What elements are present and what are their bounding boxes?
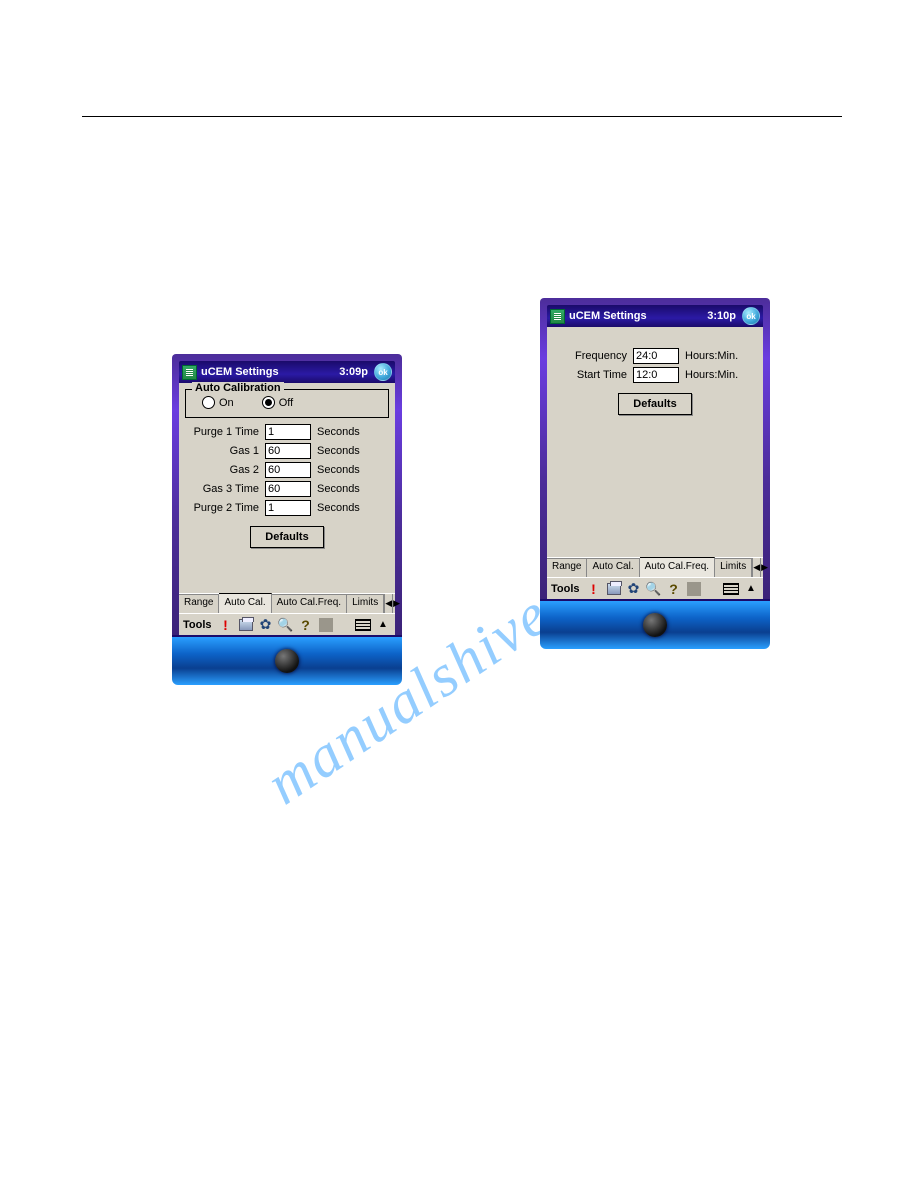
ok-button[interactable]: ok: [742, 307, 760, 325]
tab-scroll-right-icon[interactable]: ▶: [760, 558, 768, 577]
tab-limits[interactable]: Limits: [715, 558, 752, 577]
unit-purge2: Seconds: [311, 502, 360, 514]
help-icon[interactable]: ?: [666, 581, 682, 597]
unit-purge1: Seconds: [311, 426, 360, 438]
defaults-wrap: Defaults: [553, 393, 757, 415]
unit-frequency: Hours:Min.: [679, 350, 738, 362]
app-icon: [182, 365, 197, 380]
help-icon[interactable]: ?: [298, 617, 314, 633]
input-gas3[interactable]: [265, 481, 311, 497]
tab-autocalfreq[interactable]: Auto Cal.Freq.: [640, 557, 715, 577]
tab-range[interactable]: Range: [179, 594, 219, 613]
input-starttime[interactable]: [633, 367, 679, 383]
unit-starttime: Hours:Min.: [679, 369, 738, 381]
stop-icon[interactable]: [319, 618, 333, 632]
clock[interactable]: 3:09p: [339, 366, 368, 378]
label-gas2: Gas 2: [185, 464, 265, 476]
radio-row: On Off: [192, 394, 382, 411]
row-starttime: Start Time Hours:Min.: [553, 367, 757, 383]
input-purge2[interactable]: [265, 500, 311, 516]
device-frame: uCEM Settings 3:09p ok Auto Calibration …: [172, 354, 402, 635]
tabstrip: Range Auto Cal. Auto Cal.Freq. Limits ◀ …: [547, 557, 763, 577]
toolsbar: Tools ! ✿ 🔍 ? ▲: [179, 613, 395, 635]
label-frequency: Frequency: [553, 350, 633, 362]
row-gas2: Gas 2 Seconds: [185, 462, 389, 478]
sip-up-icon[interactable]: ▲: [375, 617, 391, 633]
input-gas2[interactable]: [265, 462, 311, 478]
keyboard-icon[interactable]: [355, 619, 371, 631]
tab-range[interactable]: Range: [547, 558, 587, 577]
page-divider: [82, 116, 842, 117]
label-gas3: Gas 3 Time: [185, 483, 265, 495]
tab-autocal[interactable]: Auto Cal.: [219, 593, 271, 613]
app-icon: [550, 309, 565, 324]
client-area: Auto Calibration On Off Purge 1 Time Sec…: [179, 383, 395, 593]
label-starttime: Start Time: [553, 369, 633, 381]
gear-icon[interactable]: ✿: [258, 617, 274, 633]
client-area: Frequency Hours:Min. Start Time Hours:Mi…: [547, 327, 763, 557]
tools-label[interactable]: Tools: [551, 583, 580, 595]
sip-up-icon[interactable]: ▲: [743, 581, 759, 597]
device-frame: uCEM Settings 3:10p ok Frequency Hours:M…: [540, 298, 770, 599]
ok-button[interactable]: ok: [374, 363, 392, 381]
device-right: uCEM Settings 3:10p ok Frequency Hours:M…: [540, 298, 770, 649]
search-icon[interactable]: 🔍: [278, 617, 294, 633]
tab-scroll-right-icon[interactable]: ▶: [392, 594, 400, 613]
dpad-button[interactable]: [275, 649, 299, 673]
label-purge1: Purge 1 Time: [185, 426, 265, 438]
open-icon[interactable]: [239, 619, 253, 631]
defaults-button[interactable]: Defaults: [618, 393, 691, 415]
stop-icon[interactable]: [687, 582, 701, 596]
device-left: uCEM Settings 3:09p ok Auto Calibration …: [172, 354, 402, 685]
clock[interactable]: 3:10p: [707, 310, 736, 322]
dpad-button[interactable]: [643, 613, 667, 637]
device-chin: [172, 635, 402, 685]
device-chin: [540, 599, 770, 649]
radio-on[interactable]: On: [202, 396, 234, 409]
window-title: uCEM Settings: [201, 366, 279, 378]
radio-off[interactable]: Off: [262, 396, 293, 409]
radio-on-indicator: [202, 396, 215, 409]
group-legend: Auto Calibration: [192, 382, 284, 394]
tab-scroll-left-icon[interactable]: ◀: [384, 594, 392, 613]
titlebar: uCEM Settings 3:09p ok: [179, 361, 395, 383]
radio-off-indicator: [262, 396, 275, 409]
keyboard-icon[interactable]: [723, 583, 739, 595]
tab-autocal[interactable]: Auto Cal.: [587, 558, 639, 577]
radio-on-label: On: [219, 397, 234, 409]
tools-label[interactable]: Tools: [183, 619, 212, 631]
unit-gas2: Seconds: [311, 464, 360, 476]
gear-icon[interactable]: ✿: [626, 581, 642, 597]
window-title: uCEM Settings: [569, 310, 647, 322]
auto-calibration-group: Auto Calibration On Off: [185, 389, 389, 418]
label-purge2: Purge 2 Time: [185, 502, 265, 514]
open-icon[interactable]: [607, 583, 621, 595]
tab-autocalfreq[interactable]: Auto Cal.Freq.: [272, 594, 347, 613]
input-purge1[interactable]: [265, 424, 311, 440]
toolsbar: Tools ! ✿ 🔍 ? ▲: [547, 577, 763, 599]
titlebar: uCEM Settings 3:10p ok: [547, 305, 763, 327]
tab-limits[interactable]: Limits: [347, 594, 384, 613]
search-icon[interactable]: 🔍: [646, 581, 662, 597]
row-purge2: Purge 2 Time Seconds: [185, 500, 389, 516]
tabstrip: Range Auto Cal. Auto Cal.Freq. Limits ◀ …: [179, 593, 395, 613]
alert-icon[interactable]: !: [586, 581, 602, 597]
row-frequency: Frequency Hours:Min.: [553, 348, 757, 364]
row-gas3: Gas 3 Time Seconds: [185, 481, 389, 497]
unit-gas3: Seconds: [311, 483, 360, 495]
defaults-button[interactable]: Defaults: [250, 526, 323, 548]
label-gas1: Gas 1: [185, 445, 265, 457]
input-gas1[interactable]: [265, 443, 311, 459]
row-gas1: Gas 1 Seconds: [185, 443, 389, 459]
radio-off-label: Off: [279, 397, 293, 409]
row-purge1: Purge 1 Time Seconds: [185, 424, 389, 440]
input-frequency[interactable]: [633, 348, 679, 364]
unit-gas1: Seconds: [311, 445, 360, 457]
tab-scroll-left-icon[interactable]: ◀: [752, 558, 760, 577]
alert-icon[interactable]: !: [218, 617, 234, 633]
defaults-wrap: Defaults: [185, 526, 389, 548]
